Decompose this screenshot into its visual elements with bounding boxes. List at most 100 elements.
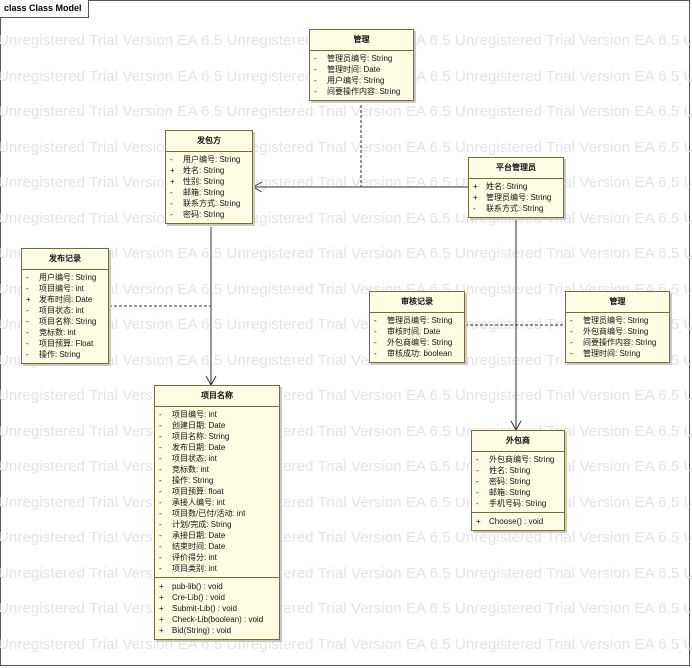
member-text: 操作: String [39, 350, 81, 359]
member-text: 姓名: String [183, 166, 225, 175]
member-text: 承接日期: Date [172, 531, 226, 540]
visibility-marker: - [170, 188, 173, 197]
attribute-row: - 承接日期: Date [159, 530, 275, 541]
attribute-row: - 间要操作内容: String [570, 337, 665, 348]
member-text: 竞标数: int [172, 465, 209, 474]
attribute-row: - 操作: String [26, 349, 104, 360]
attribute-row: + 发布时间: Date [26, 294, 104, 305]
attribute-list: - 用户编号: String + 姓名: String + 性别: String - 邮箱: … [166, 152, 252, 223]
attribute-row: - 项目状态: int [159, 453, 275, 464]
attribute-row: - 项目预算: Float [26, 338, 104, 349]
visibility-marker: + [170, 177, 175, 186]
attribute-row: - 间要操作内容: String [314, 86, 409, 97]
attribute-list: - 管理员编号: String - 审核时间: Date - 外包商编号: String -… [370, 313, 464, 362]
class-title: 管理 [566, 292, 669, 313]
member-text: 手机号码: String [489, 499, 547, 508]
class-title: 项目名称 [155, 386, 279, 407]
attribute-row: - 密码: String [476, 476, 560, 487]
attribute-list: - 外包商编号: String - 姓名: String - 密码: String - 邮箱:… [472, 452, 564, 512]
visibility-marker: - [476, 499, 479, 508]
operation-list: + Choose() : void [472, 512, 564, 530]
attribute-row: - 审核时间: Date [374, 326, 460, 337]
class-xiangmu[interactable]: 项目名称 - 项目编号: int - 创建日期: Date - 项目名称: String -… [154, 385, 280, 640]
attribute-row: - 项目数/已付/活动: int [159, 508, 275, 519]
operation-row: + Check-Lib(boolean) : void [159, 614, 275, 625]
member-text: 项目编号: int [39, 284, 84, 293]
member-text: 承接人编号: int [172, 498, 225, 507]
class-title: 发布记录 [22, 249, 108, 270]
operation-row: + Bid(String) : void [159, 625, 275, 636]
member-text: 项目编号: int [172, 410, 217, 419]
attribute-row: - 评价得分: int [159, 552, 275, 563]
visibility-marker: - [159, 520, 162, 529]
member-text: Bid(String) : void [172, 626, 232, 635]
member-text: 邮箱: String [183, 188, 225, 197]
member-text: 项目类别: int [172, 564, 217, 573]
visibility-marker: + [473, 193, 478, 202]
member-text: 用户编号: String [183, 155, 241, 164]
class-waibaoshang[interactable]: 外包商 - 外包商编号: String - 姓名: String - 密码: String… [471, 430, 565, 531]
attribute-row: - 邮箱: String [170, 187, 248, 198]
attribute-row: - 手机号码: String [476, 498, 560, 509]
member-text: 间要操作内容: String [583, 338, 657, 347]
visibility-marker: - [159, 498, 162, 507]
member-text: 创建日期: Date [172, 421, 226, 430]
visibility-marker: - [170, 210, 173, 219]
attribute-list: - 管理员编号: String - 管理时间: Date - 用户编号: String - 间… [310, 51, 413, 100]
attribute-row: - 邮箱: String [476, 487, 560, 498]
visibility-marker: - [473, 204, 476, 213]
attribute-row: - 竞标数: int [159, 464, 275, 475]
visibility-marker: - [159, 410, 162, 419]
visibility-marker: - [374, 349, 377, 358]
visibility-marker: - [26, 339, 29, 348]
visibility-marker: - [26, 328, 29, 337]
attribute-list: - 项目编号: int - 创建日期: Date - 项目名称: String - 发布日期:… [155, 407, 279, 577]
member-text: 管理员编号: String [486, 193, 552, 202]
attribute-row: - 外包商编号: String [374, 337, 460, 348]
member-text: 管理时间: Date [327, 65, 381, 74]
member-text: 管理员编号: String [583, 316, 649, 325]
visibility-marker: + [476, 517, 481, 526]
member-text: pub-lib() : void [172, 582, 223, 591]
operation-row: + pub-lib() : void [159, 581, 275, 592]
class-fabujilu[interactable]: 发布记录 - 用户编号: String - 项目编号: int + 发布时间: Date -… [21, 248, 109, 364]
operation-row: + Submit-Lib() : void [159, 603, 275, 614]
member-text: 项目状态: int [39, 306, 84, 315]
class-guanli-right[interactable]: 管理 - 管理员编号: String - 外包商编号: String - 间要操作内容: … [565, 291, 670, 363]
attribute-row: - 联系方式: String [473, 203, 559, 214]
visibility-marker: - [159, 421, 162, 430]
attribute-list: - 管理员编号: String - 外包商编号: String - 间要操作内容: Str… [566, 313, 669, 362]
visibility-marker: - [476, 477, 479, 486]
visibility-marker: + [473, 182, 478, 191]
class-title: 发包方 [166, 131, 252, 152]
operation-list: + pub-lib() : void + Cre-Lib() : void + Submi… [155, 577, 279, 639]
class-guanli-top[interactable]: 管理 - 管理员编号: String - 管理时间: Date - 用户编号: Strin… [309, 29, 414, 101]
attribute-row: - 项目状态: int [26, 305, 104, 316]
attribute-row: - 外包商编号: String [570, 326, 665, 337]
class-title: 外包商 [472, 431, 564, 452]
attribute-row: - 承接人编号: int [159, 497, 275, 508]
member-text: 用户编号: String [327, 76, 385, 85]
visibility-marker: + [159, 615, 164, 624]
visibility-marker: - [374, 327, 377, 336]
visibility-marker: - [26, 317, 29, 326]
member-text: Cre-Lib() : void [172, 593, 225, 602]
member-text: 姓名: String [489, 466, 531, 475]
attribute-row: - 管理时间: Date [314, 64, 409, 75]
class-pingtai-admin[interactable]: 平台管理员 + 姓名: String + 管理员编号: String - 联系方式: St… [468, 157, 564, 218]
visibility-marker: - [374, 316, 377, 325]
operation-row: + Choose() : void [476, 516, 560, 527]
attribute-row: - 外包商编号: String [476, 454, 560, 465]
class-shenhe-record[interactable]: 审核记录 - 管理员编号: String - 审核时间: Date - 外包商编号: St… [369, 291, 465, 363]
attribute-row: - 计划/完成: String [159, 519, 275, 530]
visibility-marker: - [314, 76, 317, 85]
class-fabaofang[interactable]: 发包方 - 用户编号: String + 姓名: String + 性别: String -… [165, 130, 253, 224]
member-text: 项目名称: String [172, 432, 230, 441]
class-title: 管理 [310, 30, 413, 51]
visibility-marker: - [570, 338, 573, 347]
visibility-marker: - [476, 466, 479, 475]
member-text: 密码: String [183, 210, 225, 219]
member-text: 姓名: String [486, 182, 528, 191]
member-text: 评价得分: int [172, 553, 217, 562]
attribute-row: - 管理员编号: String [570, 315, 665, 326]
